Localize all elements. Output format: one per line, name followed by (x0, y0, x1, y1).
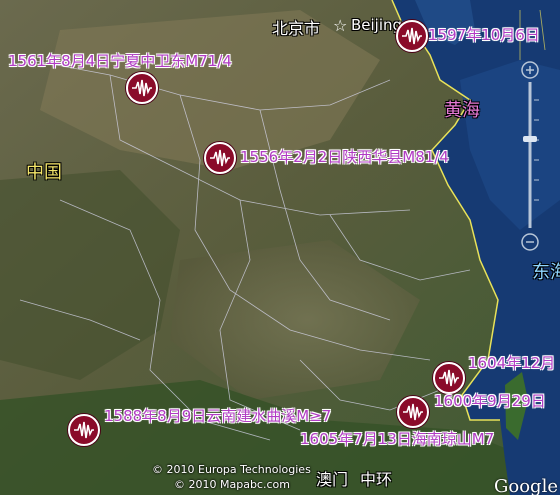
place-beijing-en: Beijing (351, 16, 403, 34)
copyright-mapabc: © 2010 Mapabc.com (174, 478, 290, 491)
quake-label-1597[interactable]: 1597年10月6日 (428, 26, 540, 44)
seismograph-icon (403, 403, 423, 421)
zoom-slider[interactable] (520, 60, 540, 260)
place-china: 中国 (26, 162, 62, 183)
place-macau: 澳门 (316, 470, 349, 489)
quake-label-1556[interactable]: 1556年2月2日陕西华县M81/4 (240, 148, 449, 166)
quake-marker-1556[interactable] (204, 142, 236, 174)
google-logo: Google (494, 476, 558, 495)
quake-label-1600[interactable]: 1600年9月29日 (434, 392, 546, 410)
quake-label-1588[interactable]: 1588年8月9日云南建水曲溪M≥7 (104, 407, 331, 425)
seismograph-icon (210, 149, 230, 167)
place-yellow-sea: 黄海 (444, 100, 480, 121)
copyright-europa: © 2010 Europa Technologies (152, 463, 311, 476)
place-east-sea: 东海 (532, 262, 560, 283)
quake-marker-1588[interactable] (68, 414, 100, 446)
seismograph-icon (439, 369, 459, 387)
quake-label-1605[interactable]: 1605年7月13日海南琼山M7 (300, 430, 494, 448)
place-beijing-cn: 北京市 (272, 19, 321, 38)
quake-marker-1561[interactable] (126, 72, 158, 104)
seismograph-icon (132, 79, 152, 97)
seismograph-icon (402, 27, 422, 45)
quake-marker-1597[interactable] (396, 20, 428, 52)
quake-label-1561[interactable]: 1561年8月4日宁夏中卫东M71/4 (8, 52, 232, 70)
place-central: 中环 (360, 470, 393, 489)
quake-label-1604[interactable]: 1604年12月 (468, 354, 555, 372)
capital-star-icon: ☆ (333, 16, 348, 35)
quake-marker-1604[interactable] (433, 362, 465, 394)
satellite-map[interactable]: 北京市 ☆ Beijing 黄海 中国 东海 澳门 中环 1597年10月6日 … (0, 0, 560, 495)
seismograph-icon (74, 421, 94, 439)
quake-marker-1600[interactable] (397, 396, 429, 428)
